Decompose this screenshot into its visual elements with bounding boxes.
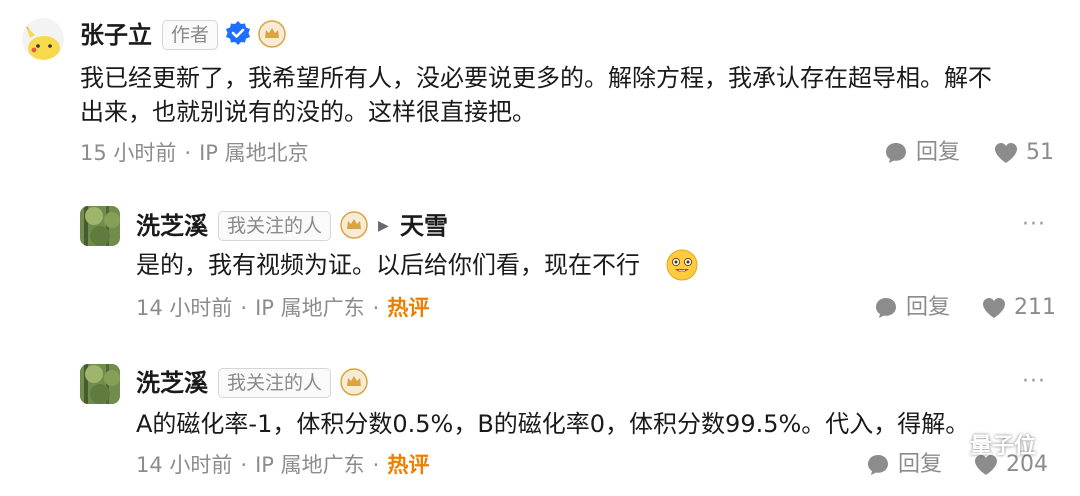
heart-icon [983, 298, 1005, 318]
heart-icon [995, 143, 1017, 163]
comment-time: 14 小时前 [136, 453, 233, 477]
more-options-icon[interactable]: ··· [1022, 371, 1046, 393]
comment-meta: 15 小时前 · IP 属地北京 [80, 139, 309, 167]
reply-avatar[interactable] [80, 364, 120, 404]
like-button[interactable]: 51 [994, 139, 1054, 167]
reply-icon [886, 143, 906, 163]
reply-author-name[interactable]: 洗芝溪 [136, 211, 208, 241]
reply-button[interactable]: 回复 [884, 139, 960, 167]
comment-location: IP 属地广东 [255, 453, 365, 477]
comment-time: 14 小时前 [136, 296, 233, 320]
wechat-logo-icon [933, 433, 969, 464]
reply-icon [868, 455, 888, 475]
reply-label: 回复 [916, 140, 961, 165]
author-name[interactable]: 张子立 [80, 20, 152, 50]
reply-avatar[interactable] [80, 206, 120, 246]
reply-button[interactable]: 回复 [866, 451, 942, 479]
reply-icon [876, 298, 896, 318]
meta-separator: · [240, 296, 248, 320]
following-tag: 我关注的人 [218, 368, 332, 398]
comment-time: 15 小时前 [80, 141, 177, 165]
reply-label: 回复 [906, 295, 951, 320]
forest-avatar-icon [80, 206, 120, 246]
comment-location: IP 属地广东 [255, 296, 365, 320]
reply-author-name[interactable]: 洗芝溪 [136, 368, 208, 398]
following-tag: 我关注的人 [218, 211, 332, 241]
meta-separator: · [240, 453, 248, 477]
forest-avatar-icon [80, 364, 120, 404]
meta-separator: · [372, 296, 380, 320]
watermark-text: 量子位 [970, 434, 1037, 459]
more-options-icon[interactable]: ··· [1022, 214, 1046, 236]
reply-arrow-icon: ▶ [378, 218, 389, 234]
pikachu-avatar-icon [22, 18, 64, 60]
comment-text: 是的，我有视频为证。以后给你们看，现在不行 [136, 251, 640, 279]
author-avatar[interactable] [22, 18, 64, 60]
verified-icon [224, 20, 254, 50]
crown-badge-icon [340, 368, 370, 398]
meta-separator: · [184, 141, 192, 165]
hot-comment-label: 热评 [387, 296, 430, 320]
reply-target-name[interactable]: 天雪 [400, 211, 448, 241]
crown-badge-icon [258, 20, 288, 50]
comment-meta: 14 小时前 · IP 属地广东 · 热评 [136, 451, 429, 479]
comment-text: 出来，也就别说有的没的。这样很直接把。 [80, 98, 536, 126]
like-count: 211 [1014, 295, 1056, 320]
reply-button[interactable]: 回复 [874, 294, 950, 322]
comment-text: A的磁化率-1，体积分数0.5%，B的磁化率0，体积分数99.5%。代入，得解。 [136, 410, 970, 438]
author-tag: 作者 [162, 20, 219, 50]
grinning-emoji-icon [666, 249, 698, 281]
hot-comment-label: 热评 [387, 453, 430, 477]
like-button[interactable]: 211 [982, 294, 1056, 322]
comment-location: IP 属地北京 [199, 141, 309, 165]
like-count: 51 [1026, 140, 1054, 165]
comment-meta: 14 小时前 · IP 属地广东 · 热评 [136, 294, 429, 322]
meta-separator: · [372, 453, 380, 477]
crown-badge-icon [340, 211, 370, 241]
